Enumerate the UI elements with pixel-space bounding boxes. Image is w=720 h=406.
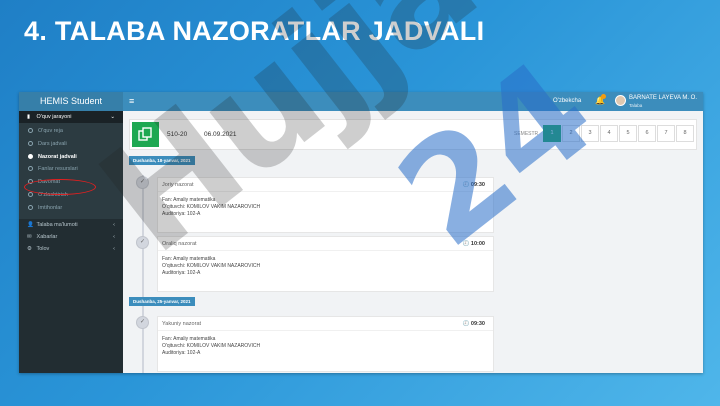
event-body: Fan: Amaliy matematika O'qituvchi: KOMIL… [158,251,493,277]
event-subject: Fan: Amaliy matematika [162,256,216,262]
page-button[interactable]: 4 [600,125,618,142]
event-room: Auditoriya: 102-A [162,350,201,356]
page-button[interactable]: 2 [562,125,580,142]
circle-icon [28,128,33,133]
sidebar-submenu: O'quv reja Dars jadvali Nazorat jadvali … [19,123,123,219]
chevron-left-icon: ‹ [113,233,115,240]
sidebar-item-label: Fanlar resurslari [38,166,78,173]
page-button[interactable]: 6 [638,125,656,142]
date-label: Dushanba, 25-yanvar, 2021 [129,297,195,306]
event-header: Yakuniy nazorat 🕘 09:30 [158,317,493,331]
book-icon: ▮ [27,114,31,120]
top-navbar: HEMIS Student ≡ O'zbekcha 🔔 BARNATE LAYE… [19,92,703,111]
chevron-down-icon: ⌄ [110,114,115,120]
event-card: Joriy nazorat 🕘 09:30 Fan: Amaliy matema… [157,177,494,233]
event-type: Joriy nazorat [162,182,194,188]
page-button[interactable]: 8 [676,125,694,142]
copy-icon [132,122,159,147]
sidebar-group-label: O'quv jarayoni [36,114,72,120]
sidebar-item-dars-jadvali[interactable]: Dars jadvali [19,138,123,151]
page-button[interactable]: 7 [657,125,675,142]
event-subject: Fan: Amaliy matematika [162,336,216,342]
check-icon: ✓ [136,316,149,329]
highlight-annotation [24,179,96,195]
event-time: 🕘 10:00 [462,241,485,247]
date-value: 06.09.2021 [204,131,237,138]
envelope-icon: ✉ [27,233,32,240]
check-icon: ✓ [136,236,149,249]
chevron-left-icon: ‹ [113,221,115,228]
main-content: 510-20 06.09.2021 SEMESTR 1 2 3 4 5 6 7 … [123,111,703,373]
chevron-left-icon: ‹ [113,245,115,252]
event-type: Oraliq nazorat [162,241,197,247]
event-teacher: O'qituvchi: KOMILOV VAKIM NAZAROVICH [162,343,261,349]
sidebar-item-imtihonlar[interactable]: Imtihonlar [19,202,123,215]
date-label: Dushanba, 18-yanvar, 2021 [129,156,195,165]
sidebar-group-label: Talaba ma'lumoti [36,221,78,228]
gear-icon: ⚙ [27,245,32,252]
event-subject: Fan: Amaliy matematika [162,197,216,203]
circle-icon [28,153,33,159]
event-card: Yakuniy nazorat 🕘 09:30 Fan: Amaliy mate… [157,316,494,372]
sidebar-item-label: O'quv reja [38,128,63,134]
event-type: Yakuniy nazorat [162,321,202,327]
event-time: 🕘 09:30 [462,182,485,188]
sidebar-item-label: Dars jadvali [38,140,67,147]
user-icon: 👤 [27,221,34,228]
event-header: Joriy nazorat 🕘 09:30 [158,178,493,192]
circle-icon [28,166,33,172]
page-button[interactable]: 3 [581,125,599,142]
sidebar-group-oquv-jarayoni[interactable]: ▮ O'quv jarayoni ⌄ [19,111,123,123]
circle-icon [28,140,33,146]
brand-logo[interactable]: HEMIS Student [19,92,123,111]
event-header: Oraliq nazorat 🕘 10:00 [158,237,493,251]
event-time-value: 09:30 [470,321,485,327]
check-icon: ✓ [136,176,149,189]
event-room: Auditoriya: 102-A [162,270,201,276]
user-name[interactable]: BARNATE LAYEVA M. O. [629,95,697,102]
page-button[interactable]: 5 [619,125,637,142]
sidebar-group-xabarlar[interactable]: ✉ Xabarlar ‹ [19,231,123,243]
event-time-value: 10:00 [470,241,485,247]
sidebar-item-oquv-reja[interactable]: O'quv reja [19,125,123,138]
menu-toggle-icon[interactable]: ≡ [129,96,134,106]
event-teacher: O'qituvchi: KOMILOV VAKIM NAZAROVICH [162,263,261,269]
event-teacher: O'qituvchi: KOMILOV VAKIM NAZAROVICH [162,204,261,210]
sidebar-item-label: Nazorat jadvali [38,153,77,160]
timeline-line [142,175,144,373]
sidebar: ▮ O'quv jarayoni ⌄ O'quv reja Dars jadva… [19,111,123,373]
sidebar-group-tolov[interactable]: ⚙ Tolov ‹ [19,243,123,255]
sidebar-item-label: Imtihonlar [38,204,63,211]
language-selector[interactable]: O'zbekcha [553,98,581,104]
filter-card: 510-20 06.09.2021 SEMESTR 1 2 3 4 5 6 7 … [129,119,697,150]
circle-icon [28,204,33,210]
hemis-app-window: HEMIS Student ≡ O'zbekcha 🔔 BARNATE LAYE… [19,92,703,373]
notification-badge [601,94,606,99]
sidebar-group-label: Tolov [36,245,50,252]
avatar[interactable] [615,95,626,106]
circle-icon [28,191,33,197]
user-role: Talaba [629,103,643,108]
slide-title: 4. TALABA NAZORATLAR JADVALI [24,16,485,46]
event-time: 🕘 09:30 [462,321,485,327]
semester-pager: 1 2 3 4 5 6 7 8 [543,125,695,142]
sidebar-item-nazorat-jadvali[interactable]: Nazorat jadvali [19,151,123,164]
event-body: Fan: Amaliy matematika O'qituvchi: KOMIL… [158,331,493,357]
event-card: Oraliq nazorat 🕘 10:00 Fan: Amaliy matem… [157,236,494,292]
sidebar-item-fanlar-resurslari[interactable]: Fanlar resurslari [19,163,123,176]
sidebar-group-talaba-malumoti[interactable]: 👤 Talaba ma'lumoti ‹ [19,219,123,231]
event-time-value: 09:30 [470,182,485,188]
semestr-label: SEMESTR [514,131,539,137]
sidebar-group-label: Xabarlar [36,233,58,240]
event-body: Fan: Amaliy matematika O'qituvchi: KOMIL… [158,192,493,218]
event-room: Auditoriya: 102-A [162,211,201,217]
page-button[interactable]: 1 [543,125,561,142]
group-code: 510-20 [167,131,188,138]
